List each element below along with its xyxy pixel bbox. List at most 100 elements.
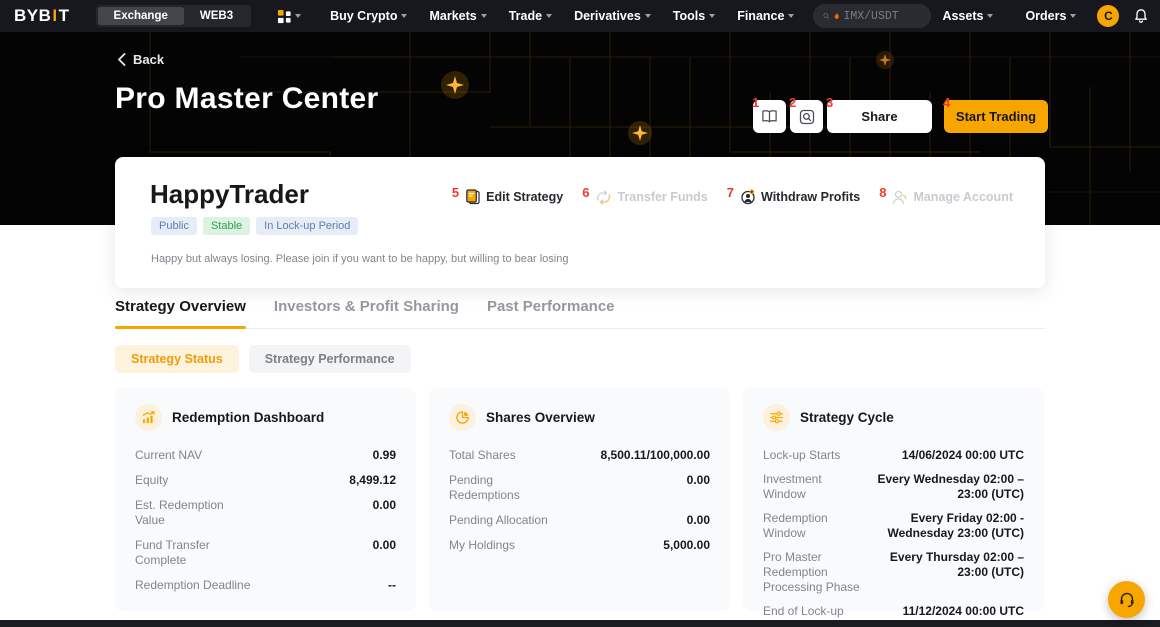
stat-row: Pro Master Redemption Processing PhaseEv… xyxy=(763,545,1024,599)
stat-row: Est. Redemption Value0.00 xyxy=(135,493,396,533)
pill-strategy-status[interactable]: Strategy Status xyxy=(115,345,239,373)
annotation-mark-7: 7 xyxy=(727,186,734,199)
top-nav: BYBIT Exchange WEB3 Buy Crypto Markets T… xyxy=(0,0,1160,32)
stat-row: Total Shares8,500.11/100,000.00 xyxy=(449,443,710,468)
badge-row: Public Stable In Lock-up Period xyxy=(151,217,358,235)
pro-master-center-page: BYBIT Exchange WEB3 Buy Crypto Markets T… xyxy=(0,0,1160,627)
manage-account-button[interactable]: 8 Manage Account xyxy=(879,190,1013,205)
book-icon xyxy=(761,109,778,124)
pie-chart-icon xyxy=(449,404,476,431)
back-button[interactable]: Back xyxy=(117,52,164,67)
support-chat-button[interactable] xyxy=(1108,581,1145,618)
logo-text-end: T xyxy=(59,6,70,26)
transfer-funds-icon xyxy=(595,190,612,205)
chevron-down-icon xyxy=(1070,14,1076,18)
chevron-down-icon xyxy=(546,14,552,18)
nav-menu: Buy Crypto Markets Trade Derivatives Too… xyxy=(319,9,805,23)
sliders-icon xyxy=(763,404,790,431)
bybit-logo[interactable]: BYBIT xyxy=(14,6,70,26)
chevron-down-icon xyxy=(481,14,487,18)
annotation-mark-3: 3 xyxy=(826,96,833,109)
notifications-button[interactable] xyxy=(1129,4,1153,28)
strategy-cycle-card: Strategy Cycle Lock-up Starts14/06/2024 … xyxy=(743,388,1044,611)
nav-item-trade[interactable]: Trade xyxy=(498,9,563,23)
nav-item-tools[interactable]: Tools xyxy=(662,9,726,23)
chevron-down-icon xyxy=(788,14,794,18)
tab-bar: Strategy Overview Investors & Profit Sha… xyxy=(115,298,1045,329)
hero-action-buttons: 1 2 3 Share 4 Start Trading xyxy=(753,100,1048,133)
start-trading-button[interactable]: 4 Start Trading xyxy=(944,100,1048,133)
headset-icon xyxy=(1118,591,1136,609)
card-title: Strategy Cycle xyxy=(800,410,894,425)
withdraw-profits-button[interactable]: 7 Withdraw Profits xyxy=(727,189,860,205)
card-title: Shares Overview xyxy=(486,410,595,425)
stat-cards: Redemption Dashboard Current NAV0.99 Equ… xyxy=(115,388,1045,611)
footer-bar xyxy=(0,620,1160,627)
back-label: Back xyxy=(133,52,164,67)
pill-strategy-performance[interactable]: Strategy Performance xyxy=(249,345,411,373)
nav-item-markets[interactable]: Markets xyxy=(418,9,497,23)
share-label: Share xyxy=(861,109,897,124)
card-title: Redemption Dashboard xyxy=(172,410,324,425)
redemption-dashboard-card: Redemption Dashboard Current NAV0.99 Equ… xyxy=(115,388,416,611)
annotation-mark-6: 6 xyxy=(582,186,589,199)
manage-account-icon xyxy=(892,190,908,205)
tab-investors-profit-sharing[interactable]: Investors & Profit Sharing xyxy=(274,298,459,328)
chevron-down-icon xyxy=(401,14,407,18)
stat-row: Redemption WindowEvery Friday 02:00 - We… xyxy=(763,506,1024,545)
search-icon xyxy=(823,10,830,22)
user-avatar[interactable]: C xyxy=(1097,5,1119,27)
stat-row: My Holdings5,000.00 xyxy=(449,533,710,558)
toggle-exchange[interactable]: Exchange xyxy=(98,7,184,25)
trader-profile-card: HappyTrader Public Stable In Lock-up Per… xyxy=(115,157,1045,288)
search-input[interactable] xyxy=(843,10,921,23)
stat-row: Investment WindowEvery Wednesday 02:00 –… xyxy=(763,467,1024,506)
apps-grid-button[interactable] xyxy=(277,9,301,24)
profile-action-links: 5 Edit Strategy 6 Transfer Funds xyxy=(452,189,1013,205)
logo-text: BYB xyxy=(14,6,51,26)
badge-public: Public xyxy=(151,217,197,235)
share-button[interactable]: 3 Share xyxy=(827,100,932,133)
bar-chart-icon xyxy=(135,404,162,431)
edit-strategy-icon xyxy=(465,189,481,205)
stat-row: Redemption Deadline-- xyxy=(135,573,396,598)
logo-accent: I xyxy=(52,6,57,26)
tab-strategy-overview[interactable]: Strategy Overview xyxy=(115,298,246,328)
badge-lockup: In Lock-up Period xyxy=(256,217,358,235)
withdraw-profits-icon xyxy=(740,189,756,205)
nav-item-buy-crypto[interactable]: Buy Crypto xyxy=(319,9,418,23)
trader-name: HappyTrader xyxy=(150,179,309,210)
transfer-funds-button[interactable]: 6 Transfer Funds xyxy=(582,190,708,205)
exchange-web3-toggle: Exchange WEB3 xyxy=(96,5,252,27)
nav-item-derivatives[interactable]: Derivatives xyxy=(563,9,662,23)
annotation-mark-1: 1 xyxy=(752,96,759,109)
nav-item-orders[interactable]: Orders xyxy=(1014,9,1087,23)
nav-item-finance[interactable]: Finance xyxy=(726,9,805,23)
nav-right: Assets Orders C xyxy=(931,4,1160,28)
nav-item-assets[interactable]: Assets xyxy=(931,9,1004,23)
annotation-mark-8: 8 xyxy=(879,186,886,199)
preview-button[interactable]: 2 xyxy=(790,100,823,133)
flame-icon xyxy=(834,10,839,22)
nav-search[interactable] xyxy=(813,4,931,28)
badge-stable: Stable xyxy=(203,217,250,235)
edit-strategy-button[interactable]: 5 Edit Strategy xyxy=(452,189,563,205)
bell-icon xyxy=(1133,8,1149,24)
sub-tab-pills: Strategy Status Strategy Performance xyxy=(115,345,1045,373)
chevron-down-icon xyxy=(645,14,651,18)
toggle-web3[interactable]: WEB3 xyxy=(184,7,249,25)
stat-row: Pending Redemptions0.00 xyxy=(449,468,710,508)
shares-overview-card: Shares Overview Total Shares8,500.11/100… xyxy=(429,388,730,611)
annotation-mark-4: 4 xyxy=(943,96,950,109)
chevron-left-icon xyxy=(117,53,126,66)
tab-past-performance[interactable]: Past Performance xyxy=(487,298,615,328)
annotation-mark-2: 2 xyxy=(789,96,796,109)
strategy-guide-button[interactable]: 1 xyxy=(753,100,786,133)
stat-row: Fund Transfer Complete0.00 xyxy=(135,533,396,573)
apps-grid-icon xyxy=(277,9,292,24)
stat-row: Pending Allocation0.00 xyxy=(449,508,710,533)
stat-row: Equity8,499.12 xyxy=(135,468,396,493)
chevron-down-icon xyxy=(709,14,715,18)
annotation-mark-5: 5 xyxy=(452,186,459,199)
stat-row: Current NAV0.99 xyxy=(135,443,396,468)
